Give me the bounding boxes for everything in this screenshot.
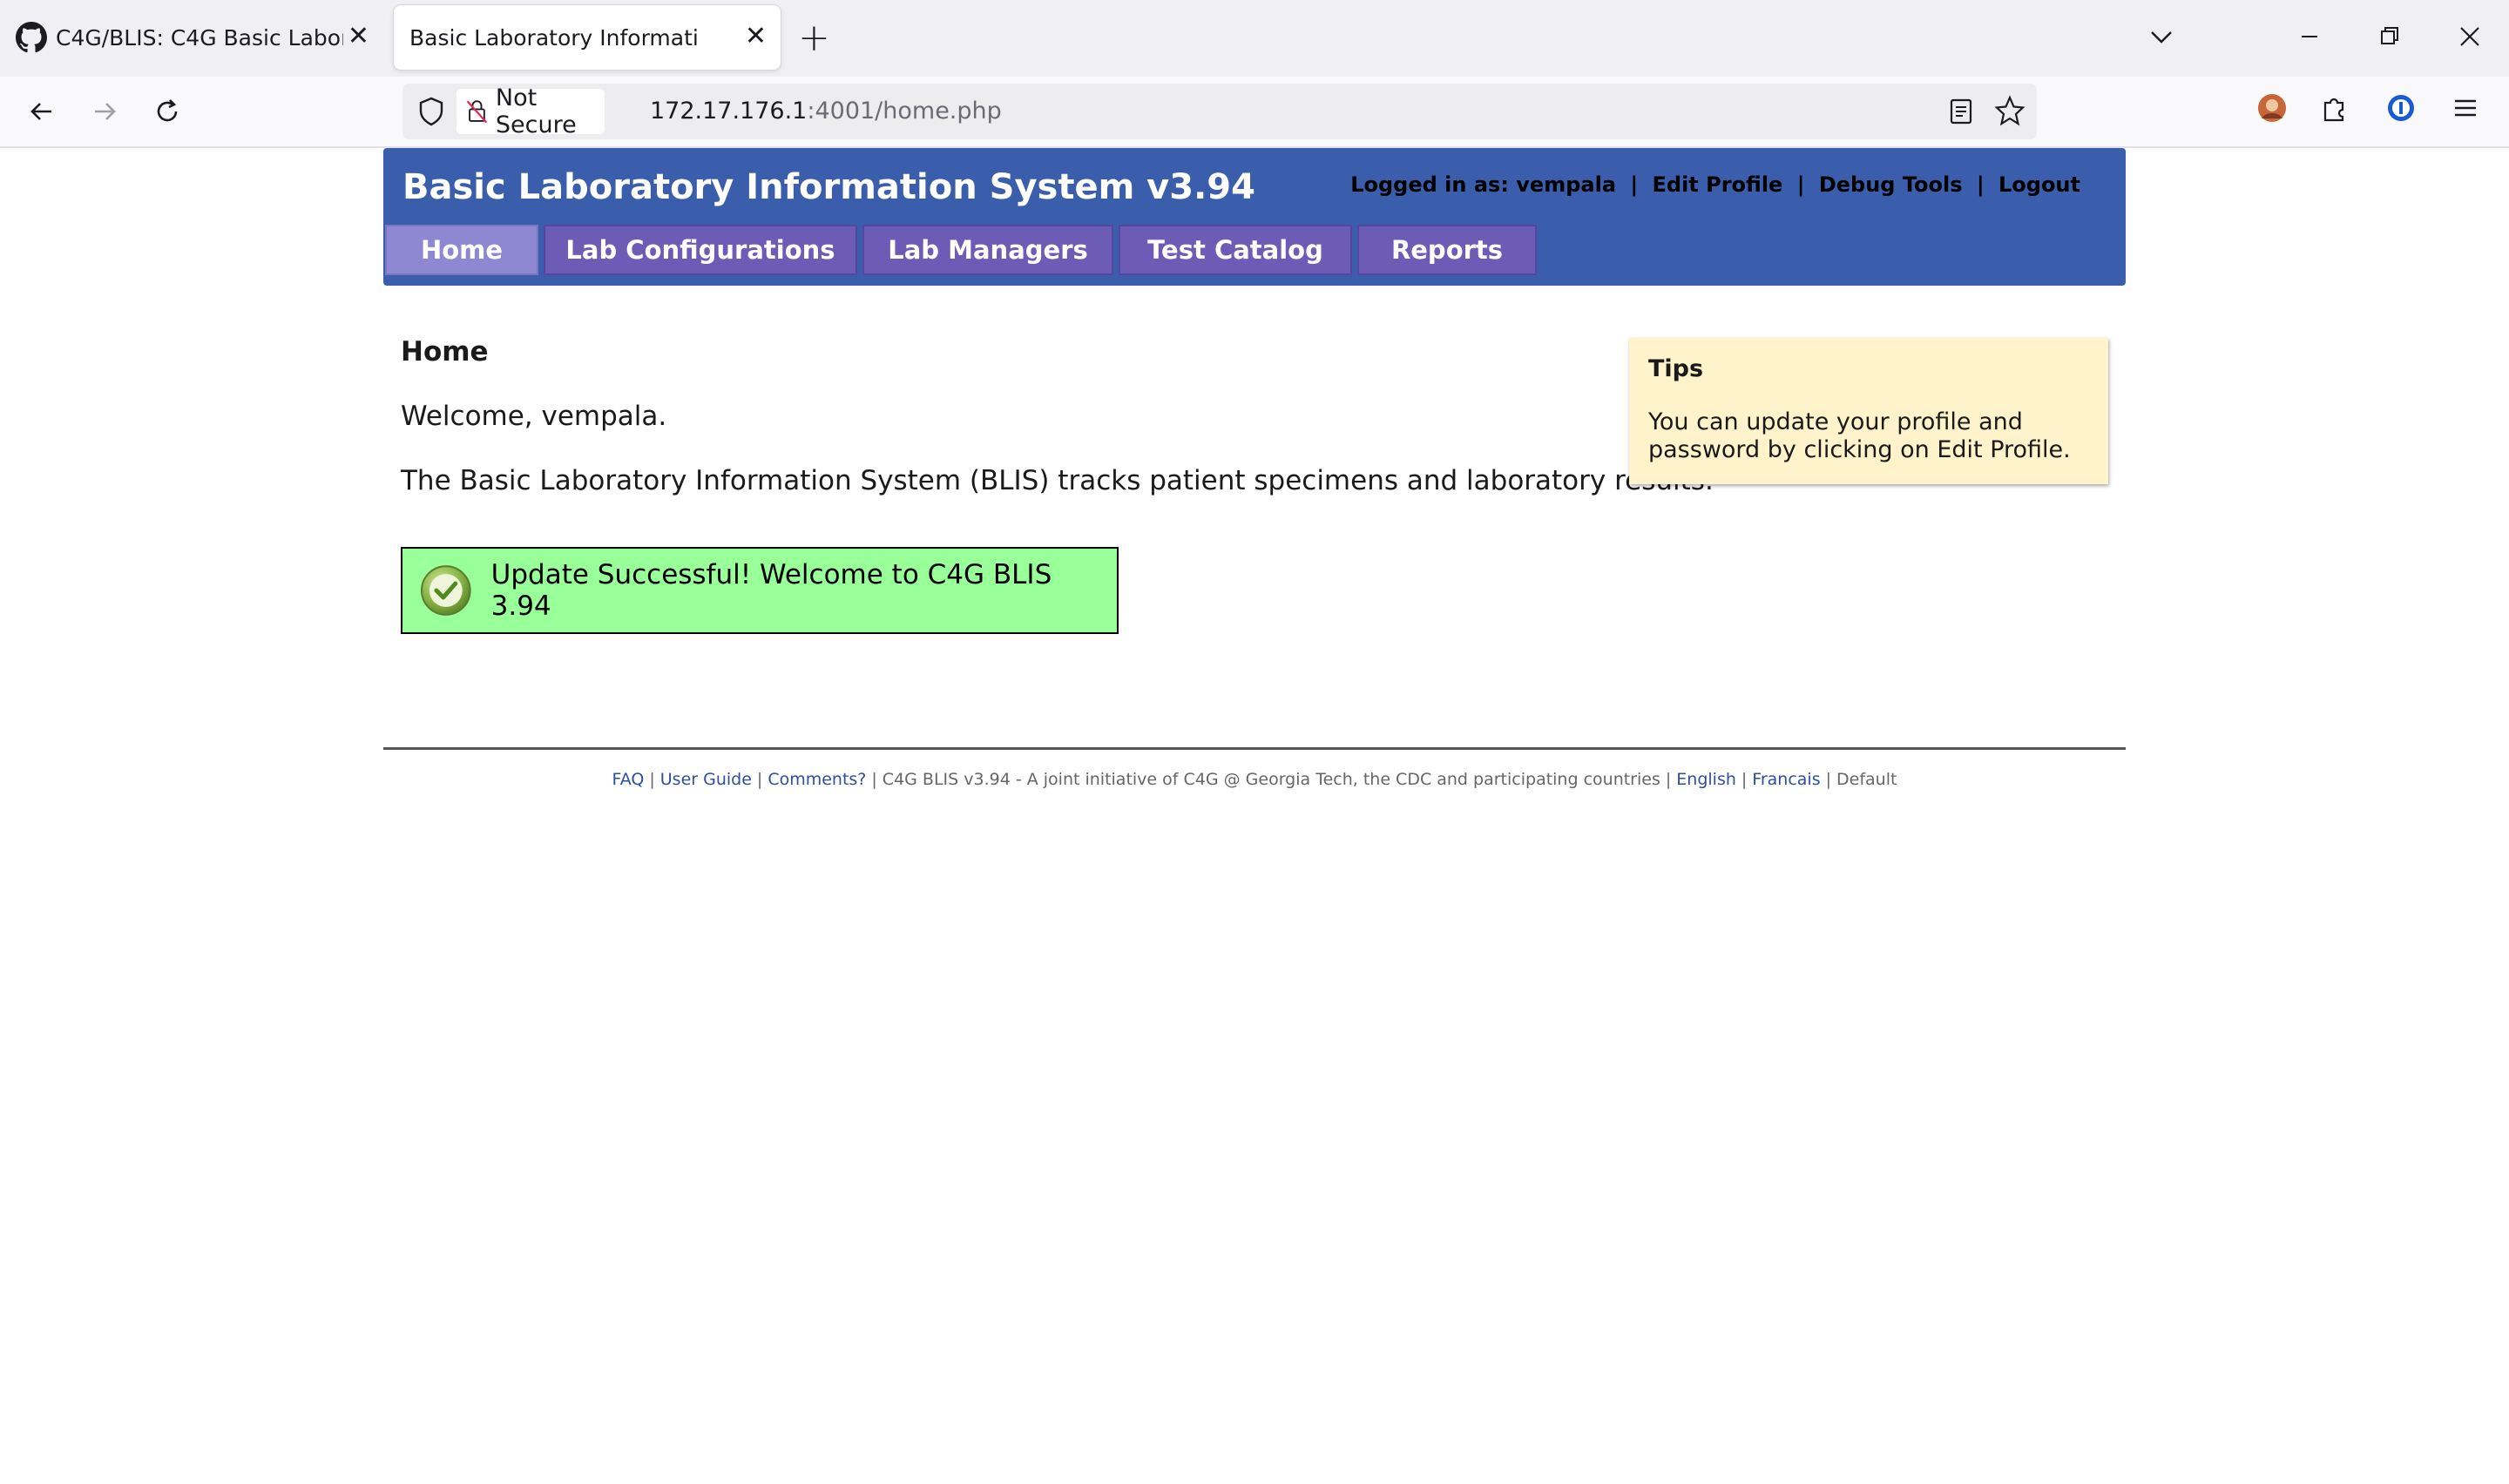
tab-title: Basic Laboratory Information Systen: [409, 24, 697, 51]
tips-box: Tips You can update your profile and pas…: [1629, 338, 2108, 484]
francais-link[interactable]: Francais: [1752, 770, 1820, 789]
footer: FAQ | User Guide | Comments? | C4G BLIS v3.94 …: [612, 770, 1897, 789]
success-message-box: Update Successful! Welcome to C4G BLIS 3…: [401, 547, 1119, 634]
tab-strip: C4G/BLIS: C4G Basic Laboratory ✕ Basic L…: [0, 0, 2509, 77]
checkmark-icon: [420, 565, 471, 616]
footer-credit: C4G BLIS v3.94 - A joint initiative of C…: [882, 770, 1660, 789]
not-secure-label: Not Secure: [495, 84, 577, 138]
extensions-puzzle-icon[interactable]: [2317, 91, 2352, 125]
menu-lab-managers[interactable]: Lab Managers: [862, 225, 1113, 275]
comments-link[interactable]: Comments?: [768, 770, 866, 789]
menu-lab-configurations[interactable]: Lab Configurations: [544, 225, 857, 275]
url-path: :4001/home.php: [807, 98, 1002, 125]
reload-icon[interactable]: [146, 91, 188, 132]
password-manager-icon[interactable]: [2384, 91, 2418, 125]
url-host: 172.17.176.1: [650, 98, 808, 125]
profile-avatar-icon[interactable]: [2255, 91, 2289, 125]
restore-icon[interactable]: [2377, 16, 2403, 69]
welcome-text: Welcome, vempala.: [401, 401, 667, 432]
browser-tab-github[interactable]: C4G/BLIS: C4G Basic Laboratory ✕: [0, 5, 383, 70]
success-message: Update Successful! Welcome to C4G BLIS 3…: [490, 559, 1052, 622]
tab-title: C4G/BLIS: C4G Basic Laboratory: [56, 24, 343, 51]
page-title: Home: [401, 336, 489, 368]
user-guide-link[interactable]: User Guide: [660, 770, 752, 789]
logout-link[interactable]: Logout: [1998, 172, 2080, 197]
address-bar[interactable]: Not Secure 172.17.176.1:4001/home.php: [402, 84, 2037, 139]
close-window-icon[interactable]: [2457, 16, 2483, 69]
english-link[interactable]: English: [1676, 770, 1736, 789]
logged-in-prefix: Logged in as:: [1350, 172, 1509, 197]
browser-tab-blis[interactable]: Basic Laboratory Information Systen ✕: [394, 5, 781, 70]
default-label: Default: [1836, 770, 1897, 789]
description-text: The Basic Laboratory Information System …: [401, 465, 1714, 496]
app-title: Basic Laboratory Information System v3.9…: [402, 167, 1255, 207]
edit-profile-link[interactable]: Edit Profile: [1653, 172, 1783, 197]
hamburger-menu-icon[interactable]: [2448, 91, 2483, 125]
footer-divider: [383, 747, 2126, 750]
app-header: Basic Laboratory Information System v3.9…: [383, 148, 2126, 286]
back-arrow-icon[interactable]: [21, 91, 63, 132]
user-links: Logged in as: vempala | Edit Profile | D…: [1350, 172, 2080, 197]
new-tab-plus-icon[interactable]: +: [798, 17, 830, 59]
bookmark-star-icon[interactable]: [1993, 94, 2026, 136]
menu-reports[interactable]: Reports: [1357, 225, 1537, 275]
not-secure-indicator[interactable]: Not Secure: [456, 84, 605, 138]
shield-icon[interactable]: [416, 96, 446, 127]
url-text[interactable]: 172.17.176.1:4001/home.php: [650, 98, 1002, 125]
reader-view-icon[interactable]: [1946, 94, 1976, 136]
tips-title: Tips: [1648, 355, 1704, 382]
close-tab-icon[interactable]: ✕: [348, 21, 369, 52]
tips-text: You can update your profile and password…: [1648, 408, 2071, 463]
insecure-lock-icon: [466, 100, 488, 124]
faq-link[interactable]: FAQ: [612, 770, 645, 789]
menu-home[interactable]: Home: [385, 225, 538, 275]
close-tab-icon[interactable]: ✕: [745, 21, 767, 52]
menu-test-catalog[interactable]: Test Catalog: [1119, 225, 1352, 275]
username: vempala: [1516, 172, 1617, 197]
main-menu: Home Lab Configurations Lab Managers Tes…: [385, 225, 1537, 275]
forward-arrow-icon[interactable]: [84, 91, 125, 132]
debug-tools-link[interactable]: Debug Tools: [1819, 172, 1963, 197]
tab-list-chevron-icon[interactable]: [2148, 16, 2174, 69]
github-icon: [16, 22, 47, 53]
minimize-icon[interactable]: [2296, 16, 2323, 69]
navigation-toolbar: Not Secure 172.17.176.1:4001/home.php: [0, 77, 2509, 148]
